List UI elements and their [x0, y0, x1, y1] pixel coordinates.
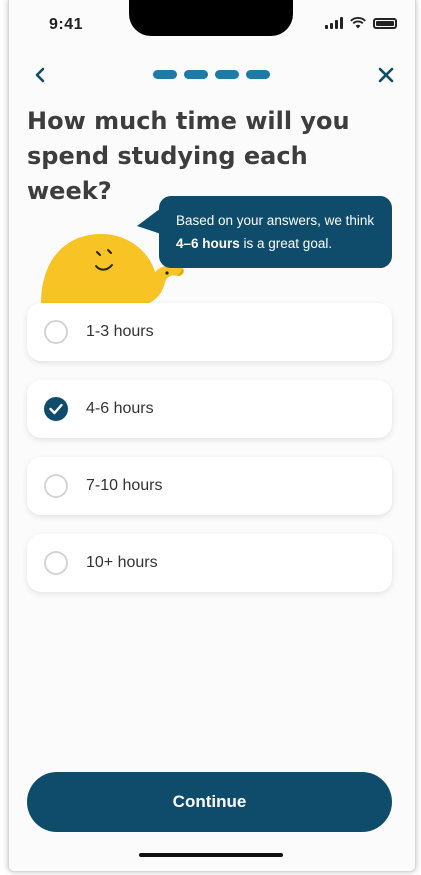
option-7-10-hours[interactable]: 7-10 hours — [27, 457, 392, 515]
option-4-6-hours[interactable]: 4-6 hours — [27, 380, 392, 438]
cellular-signal-icon — [325, 17, 343, 29]
close-icon[interactable] — [371, 60, 401, 90]
hint-highlight: 4–6 hours — [176, 236, 240, 251]
status-icons — [325, 17, 397, 29]
wifi-icon — [350, 17, 366, 29]
option-1-3-hours[interactable]: 1-3 hours — [27, 303, 392, 361]
hint-suffix: is a great goal. — [239, 236, 333, 251]
hint-prefix: Based on your answers, we think — [176, 213, 375, 228]
option-label: 1-3 hours — [86, 323, 154, 340]
page-title: How much time will you spend studying ea… — [27, 107, 350, 205]
progress-indicator — [153, 70, 270, 79]
radio-unchecked-icon[interactable] — [44, 320, 68, 344]
progress-step — [184, 70, 208, 79]
option-10-plus-hours[interactable]: 10+ hours — [27, 534, 392, 592]
radio-checked-icon[interactable] — [44, 397, 68, 421]
radio-unchecked-icon[interactable] — [44, 474, 68, 498]
checkmark-icon — [49, 403, 63, 415]
continue-button[interactable]: Continue — [27, 772, 392, 832]
status-time: 9:41 — [49, 16, 84, 33]
battery-icon — [373, 18, 397, 29]
radio-unchecked-icon[interactable] — [44, 551, 68, 575]
option-label: 10+ hours — [86, 554, 158, 571]
back-chevron-icon[interactable] — [25, 60, 55, 90]
progress-step — [153, 70, 177, 79]
option-label: 4-6 hours — [86, 400, 154, 417]
option-label: 7-10 hours — [86, 477, 163, 494]
recommendation-bubble: Based on your answers, we think 4–6 hour… — [159, 196, 392, 268]
device-notch — [129, 0, 293, 36]
progress-step — [215, 70, 239, 79]
progress-step — [246, 70, 270, 79]
phone-screen: 9:41 How much time will you spend studyi… — [8, 0, 416, 872]
home-indicator — [139, 853, 283, 857]
